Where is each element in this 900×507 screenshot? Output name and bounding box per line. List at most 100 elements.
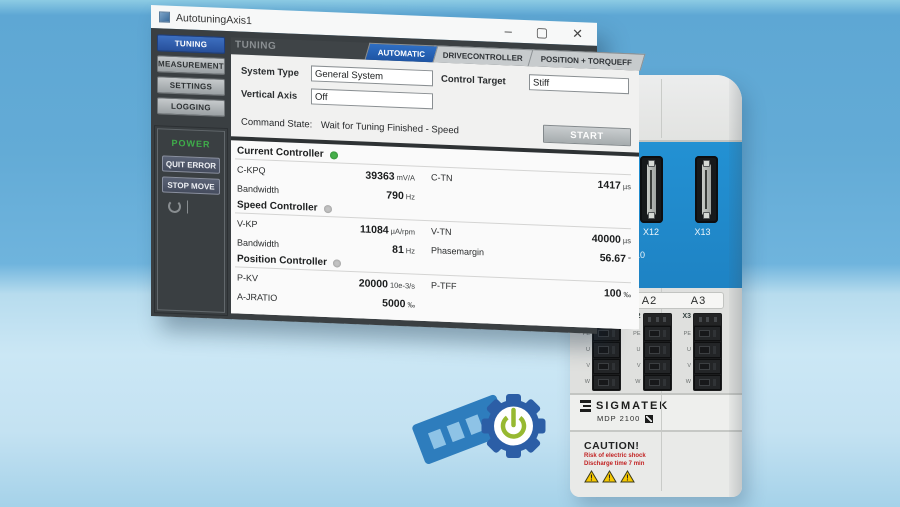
autotuning-gear-icon: [396, 380, 564, 477]
pin-label-u: U: [628, 347, 641, 353]
control-target-input[interactable]: [529, 74, 629, 94]
svg-text:!: !: [608, 474, 611, 483]
param-label: V-KP: [237, 218, 309, 231]
param-value: 790: [386, 189, 404, 202]
connector-slot-x13: [695, 156, 718, 223]
param-value: 40000: [592, 232, 621, 245]
connector-label-x13: X13: [691, 227, 714, 237]
param-unit: µA/rpm: [391, 226, 415, 236]
stop-move-button[interactable]: STOP MOVE: [162, 176, 220, 194]
pin-label-w: W: [678, 379, 691, 385]
command-state-value: Wait for Tuning Finished - Speed: [321, 119, 459, 136]
param-unit: ‰: [407, 300, 415, 309]
qr-code-icon: [645, 415, 653, 423]
model-name: MDP 2100: [597, 414, 640, 423]
status-dot-off: [333, 259, 341, 267]
quit-error-button[interactable]: QUIT ERROR: [162, 155, 220, 173]
param-label: Phasemargin: [415, 244, 519, 258]
device-brand-plate: SIGMATEK MDP 2100: [570, 395, 742, 432]
sidebar-item-logging[interactable]: LOGGING: [157, 97, 225, 117]
sidebar-item-measurement[interactable]: MEASUREMENT: [157, 55, 225, 75]
param-label: C-TN: [415, 171, 519, 185]
param-unit: ‰: [623, 289, 631, 298]
param-label: A-JRATIO: [237, 291, 309, 304]
controller-name: Speed Controller: [237, 199, 318, 213]
tab-content: System Type Control Target Vertical Axis…: [231, 54, 639, 329]
minimize-button[interactable]: –: [505, 24, 512, 37]
power-label: POWER: [162, 134, 220, 152]
param-unit: Hz: [406, 192, 415, 201]
vertical-axis-input[interactable]: [311, 88, 433, 109]
tab-label: DRIVECONTROLLER: [443, 50, 523, 62]
param-unit: Hz: [406, 246, 415, 255]
param-label: V-TN: [415, 225, 519, 239]
pin-label-u: U: [678, 347, 691, 353]
svg-text:!: !: [626, 474, 629, 483]
param-unit: mV/A: [397, 172, 415, 182]
caution-title: CAUTION!: [584, 440, 742, 452]
sidebar-item-settings[interactable]: SETTINGS: [157, 76, 225, 96]
param-unit: 10e-3/s: [390, 280, 415, 290]
connector-slot-x12: [640, 156, 663, 223]
param-value: 5000: [382, 297, 405, 310]
axis-label-a3: A3: [674, 295, 723, 307]
param-value: 56.67: [600, 252, 626, 265]
pin-label-pe: PE: [628, 331, 641, 337]
pin-label-pe: PE: [678, 331, 691, 337]
scene: X11 X12 X13 X10 A1 A2 A3 X1 PE U: [0, 0, 900, 507]
brand-name: SIGMATEK: [596, 400, 669, 412]
maximize-button[interactable]: ▢: [536, 25, 548, 38]
param-value: 39363: [365, 169, 394, 182]
sidebar-item-tuning[interactable]: TUNING: [157, 34, 225, 54]
sidebar: TUNING MEASUREMENT SETTINGS LOGGING POWE…: [157, 34, 225, 313]
start-button[interactable]: START: [543, 125, 631, 147]
controller-name: Current Controller: [237, 145, 324, 159]
connector-label-x12: X12: [640, 227, 663, 237]
window-body: TUNING MEASUREMENT SETTINGS LOGGING POWE…: [151, 28, 597, 334]
main-area: TUNING AUTOMATIC DRIVECONTROLLER POSITIO…: [231, 37, 639, 329]
param-label: P-KV: [237, 272, 309, 285]
window-icon: [159, 11, 170, 22]
close-button[interactable]: ✕: [572, 27, 583, 40]
controller-data-panel: Current Controller C-KPQ 39363mV/A C-TN …: [231, 136, 639, 329]
system-type-label: System Type: [241, 65, 303, 78]
system-type-input[interactable]: [311, 65, 433, 86]
power-panel: POWER QUIT ERROR STOP MOVE: [157, 128, 225, 313]
command-state-label: Command State:: [241, 116, 312, 130]
param-value: 20000: [359, 277, 388, 290]
status-dot-on: [330, 151, 338, 159]
tab-label: POSITION + TORQUEFF: [541, 54, 632, 67]
pin-label-v: V: [628, 363, 641, 369]
param-value: 1417: [598, 178, 621, 191]
pin-label-w: W: [577, 379, 590, 385]
param-value: 100: [604, 287, 622, 300]
pin-label-v: V: [678, 363, 691, 369]
param-value: 81: [392, 243, 404, 255]
param-unit: µs: [623, 181, 631, 190]
app-window: AutotuningAxis1 – ▢ ✕ TUNING MEASUREMENT…: [151, 5, 597, 334]
status-dot-off: [324, 204, 332, 212]
caution-line-2: Discharge time 7 min: [584, 460, 742, 468]
device-caution-plate: CAUTION! Risk of electric shock Discharg…: [570, 432, 742, 497]
control-target-label: Control Target: [441, 73, 521, 87]
busy-spinner-icon: [168, 200, 181, 214]
divider: [187, 200, 188, 213]
param-value: 11084: [360, 223, 389, 236]
pin-label-u: U: [577, 347, 590, 353]
warning-triangle-icons: ! ! !: [584, 470, 742, 483]
caution-line-1: Risk of electric shock: [584, 452, 742, 460]
pin-label-v: V: [577, 363, 590, 369]
terminal-label-x3: X3: [678, 313, 691, 326]
param-label: P-TFF: [415, 279, 519, 293]
vertical-axis-label: Vertical Axis: [241, 88, 303, 101]
tab-automatic[interactable]: AUTOMATIC: [364, 43, 438, 63]
tab-label: AUTOMATIC: [377, 48, 424, 59]
terminal-block-x3: X3 PE U V W: [678, 313, 722, 391]
param-label: C-KPQ: [237, 164, 309, 177]
pin-label-w: W: [628, 379, 641, 385]
param-unit: µs: [623, 235, 631, 244]
param-unit: °: [628, 255, 631, 264]
controller-name: Position Controller: [237, 253, 327, 268]
sigmatek-logo-icon: [580, 400, 591, 412]
param-label: Bandwidth: [237, 237, 309, 250]
